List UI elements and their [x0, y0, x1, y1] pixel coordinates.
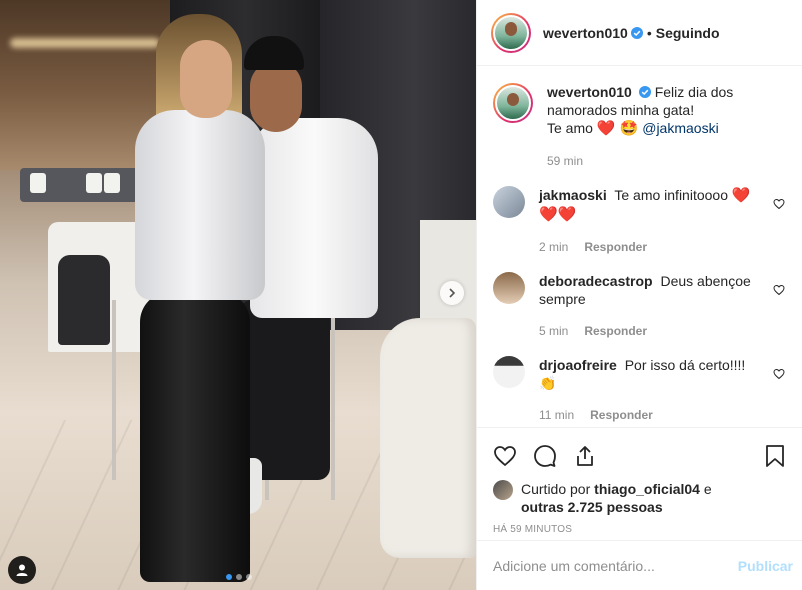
photo-armchair: [380, 318, 476, 558]
publish-button[interactable]: Publicar: [738, 558, 793, 574]
verified-badge-icon: [630, 26, 643, 39]
comment-composer: Publicar: [477, 540, 802, 590]
comment-item: jakmaoski Te amo infinitoooo ❤️ ❤️❤️ 2 m…: [493, 186, 787, 256]
comment-input[interactable]: [493, 557, 738, 574]
comment-username[interactable]: deboradecastrop: [539, 273, 653, 289]
tagged-people-button[interactable]: [8, 556, 36, 584]
comment-reply-button[interactable]: Responder: [584, 238, 647, 256]
caption-author-username[interactable]: weverton010: [547, 84, 632, 100]
comment-text: Por isso dá certo!!!!: [624, 357, 746, 373]
photo-woman-face: [180, 40, 232, 118]
chevron-right-icon: [449, 288, 456, 298]
post-actions: Curtido por thiago_oficial04 e outras 2.…: [477, 427, 802, 535]
comment-text: Te amo infinitoooo: [614, 187, 728, 203]
commenter-avatar[interactable]: [493, 356, 525, 388]
caption-time: 59 min: [547, 154, 584, 168]
carousel-dot-active: [226, 574, 232, 580]
comment-emojis: 👏: [539, 375, 557, 391]
author-avatar[interactable]: [491, 12, 531, 53]
post-header: weverton010 • Seguindo: [477, 0, 802, 66]
comment-time: 2 min: [539, 240, 569, 254]
post-timestamp: HÁ 59 MINUTOS: [493, 524, 573, 535]
comment-time: 5 min: [539, 324, 569, 338]
likes-conj: e: [703, 481, 712, 497]
comments-list[interactable]: weverton010 Feliz dia dos namorados minh…: [477, 67, 802, 427]
carousel-dot: [246, 574, 252, 580]
photo-pillow: [104, 173, 120, 193]
carousel-dots: [226, 574, 252, 580]
share-icon[interactable]: [573, 444, 597, 468]
photo-pillow: [30, 173, 46, 193]
comment-bubble-icon[interactable]: [533, 444, 557, 468]
comment-item: drjoaofreire Por isso dá certo!!!! 👏 11 …: [493, 356, 787, 424]
photo-woman-legs: [140, 292, 250, 582]
liker-avatar[interactable]: [493, 480, 513, 500]
carousel-dot: [236, 574, 242, 580]
commenter-avatar[interactable]: [493, 272, 525, 304]
comment-time: 11 min: [539, 408, 575, 422]
photo-man-jacket: [250, 118, 378, 318]
comment-username[interactable]: jakmaoski: [539, 187, 607, 203]
person-tag-icon: [16, 564, 28, 576]
caption-text-line2: Te amo: [547, 120, 593, 136]
comment-reply-button[interactable]: Responder: [584, 322, 647, 340]
photo-ceiling-light: [10, 38, 160, 48]
likes-others-link[interactable]: outras 2.725 pessoas: [521, 499, 663, 515]
heart-outline-icon[interactable]: [493, 444, 517, 468]
caption-author-avatar[interactable]: [493, 83, 533, 123]
comment-item: deboradecastrop Deus abençoe sempre 5 mi…: [493, 272, 787, 340]
commenter-avatar[interactable]: [493, 186, 525, 218]
photo-man-legs: [240, 300, 330, 480]
comment-username[interactable]: drjoaofreire: [539, 357, 617, 373]
photo-pillow: [86, 173, 102, 193]
caption: weverton010 Feliz dia dos namorados minh…: [493, 83, 787, 170]
comment-like-icon[interactable]: [773, 368, 785, 380]
verified-badge-icon: [638, 86, 651, 98]
comment-like-icon[interactable]: [773, 198, 785, 210]
following-button[interactable]: Seguindo: [656, 25, 720, 41]
post-photo[interactable]: [0, 0, 476, 590]
photo-chair: [58, 255, 110, 345]
liker-username[interactable]: thiago_oficial04: [594, 481, 700, 497]
caption-mention-link[interactable]: @jakmaoski: [642, 120, 718, 136]
follow-separator: •: [646, 24, 652, 41]
comment-reply-button[interactable]: Responder: [590, 406, 653, 424]
likes-prefix: Curtido por: [521, 481, 591, 497]
post-side-panel: weverton010 • Seguindo weverton010 Feliz…: [476, 0, 802, 590]
bookmark-icon[interactable]: [763, 444, 787, 468]
comment-like-icon[interactable]: [773, 284, 785, 296]
caption-emojis: ❤️ 🤩: [596, 120, 639, 137]
photo-man-face: [250, 62, 302, 132]
author-username[interactable]: weverton010: [543, 25, 628, 41]
photo-woman-jacket: [135, 110, 265, 300]
carousel-next-button[interactable]: [440, 281, 464, 305]
likes-summary: Curtido por thiago_oficial04 e outras 2.…: [493, 480, 787, 516]
